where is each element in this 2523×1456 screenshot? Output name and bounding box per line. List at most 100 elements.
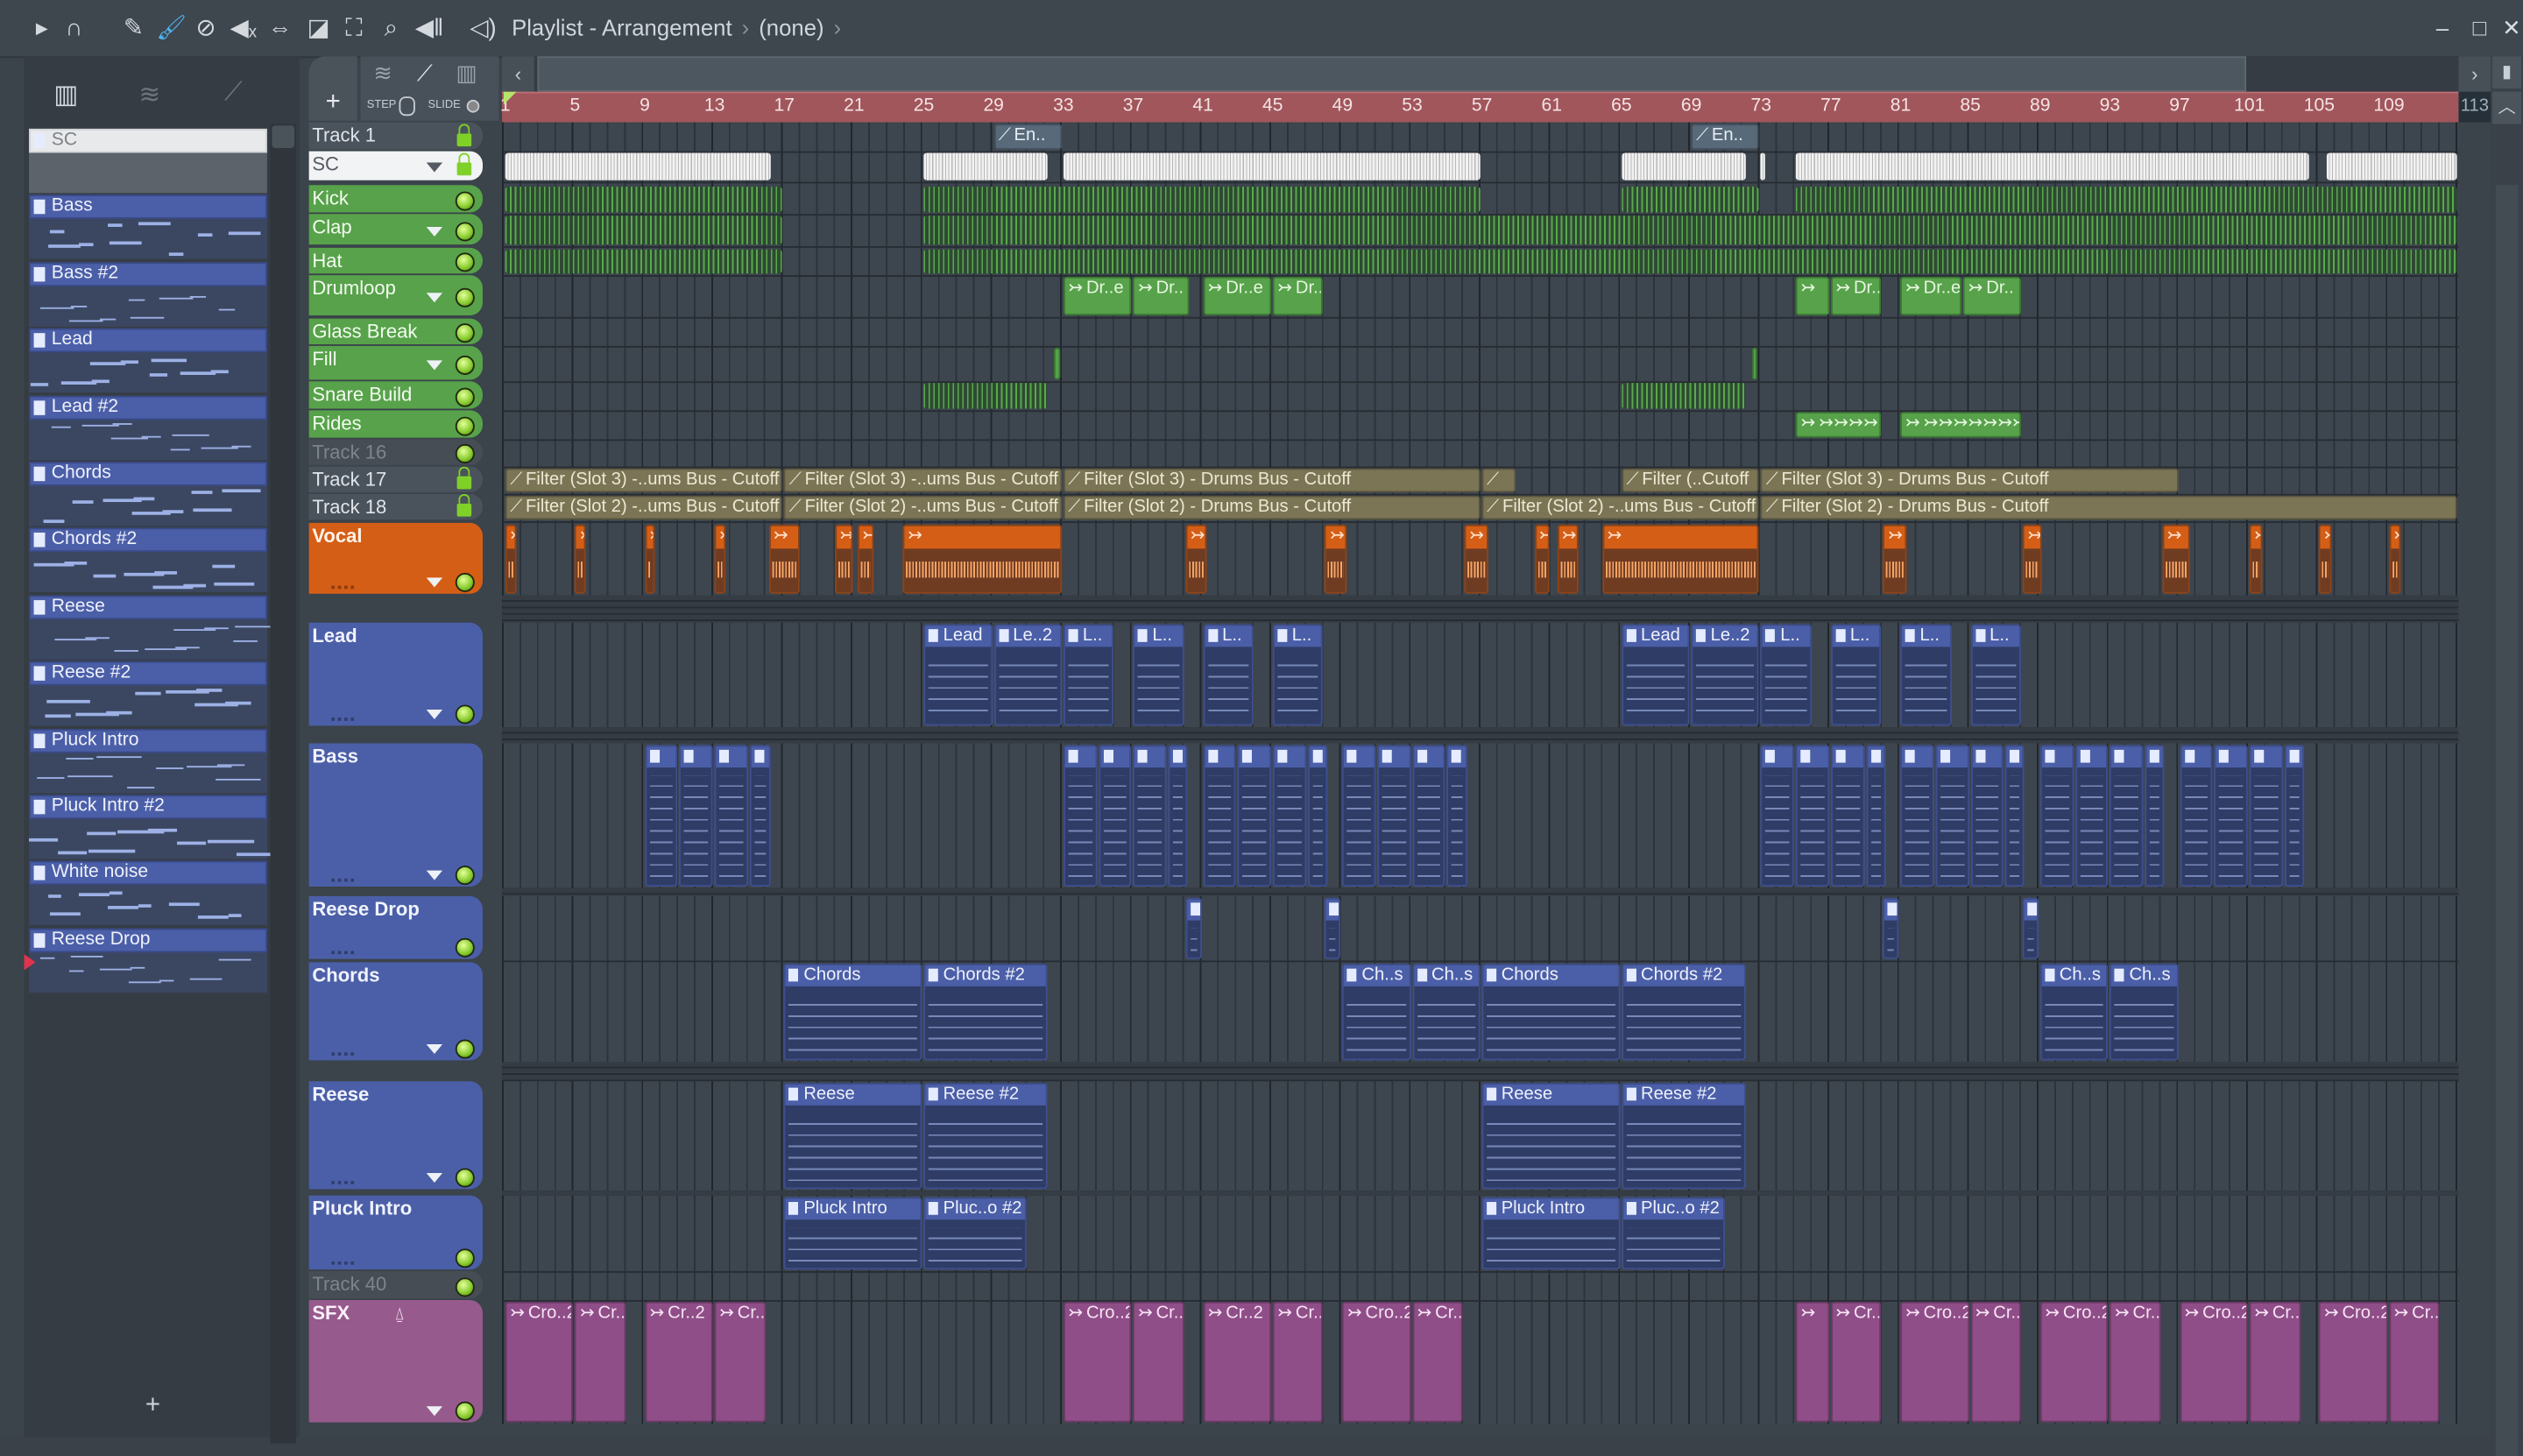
clip-blue[interactable]: Chords xyxy=(784,964,922,1061)
clip-sc[interactable] xyxy=(1621,152,1746,180)
clip-green[interactable]: ↣ xyxy=(1752,347,1758,380)
clip-blue[interactable]: L.. xyxy=(1970,624,2022,726)
clip-purple[interactable]: ↣ Cro..2 xyxy=(2039,1301,2109,1423)
clip-blue[interactable]: Le..2 xyxy=(993,624,1062,726)
clip-purple[interactable]: ↣ Cr..2 xyxy=(645,1301,713,1423)
track-enable-led[interactable] xyxy=(455,221,475,241)
chevron-down-icon[interactable] xyxy=(426,162,443,173)
clip-orange[interactable]: ↣ xyxy=(2162,524,2191,594)
clip-green[interactable]: ↣ ↣↣↣↣↣↣↣ xyxy=(1900,412,2022,438)
clip-blue[interactable] xyxy=(2039,745,2074,887)
track-header-clap[interactable]: Clap xyxy=(308,214,484,245)
clip-green[interactable]: ↣ Dr.. xyxy=(1133,276,1190,315)
clip-blue[interactable] xyxy=(1970,745,2004,887)
clip-drum[interactable] xyxy=(923,249,2457,274)
clip-blue[interactable] xyxy=(679,745,713,887)
track-enable-led[interactable] xyxy=(455,1039,475,1059)
clip-blue[interactable]: L.. xyxy=(1063,624,1114,726)
clip-purple[interactable]: ↣ Cr.. xyxy=(1412,1301,1463,1423)
playlist-grid[interactable]: ⟋ En.. ⟋ En.. ↣ Dr..e ↣ Dr.. ↣ Dr..e ↣ Dr.. ↣ ↣ Dr.. ↣ D… xyxy=(502,122,2459,1424)
clip-drum[interactable] xyxy=(505,249,783,274)
clip-blue[interactable]: Chords #2 xyxy=(1621,964,1746,1061)
pencil-icon[interactable]: ✎ xyxy=(121,15,146,44)
clip-orange[interactable]: ↣ xyxy=(768,524,801,594)
clip-sc[interactable] xyxy=(1796,152,2309,180)
pattern-header[interactable]: Pluck Intro #2 xyxy=(29,795,267,819)
track-enable-led[interactable] xyxy=(455,866,475,886)
pattern-header[interactable]: SC xyxy=(29,128,267,153)
track-header-bass[interactable]: Bass xyxy=(308,743,484,887)
pattern-header[interactable]: Chords #2 xyxy=(29,528,267,553)
track-options-icon[interactable] xyxy=(331,1052,355,1058)
timeline-ruler[interactable]: 1 5 9 13 17 21 25 29 33 37 41 45 49 53 57 61 65 69 73 77 81 8… xyxy=(500,91,2459,124)
chevron-down-icon[interactable] xyxy=(426,577,443,588)
clip-blue[interactable] xyxy=(1272,745,1306,887)
clip-blue[interactable] xyxy=(1412,745,1445,887)
clip-auto[interactable]: ⟋ Filter (Slot 3) - Drums Bus - Cutoff xyxy=(1761,468,2179,493)
track-header-hat[interactable]: Hat xyxy=(308,247,484,274)
track-options-icon[interactable] xyxy=(331,1181,355,1187)
clip-drum[interactable] xyxy=(1796,187,2457,213)
pattern-header[interactable]: Bass xyxy=(29,194,267,220)
clip-orange[interactable]: ↣ xyxy=(2319,524,2332,594)
clip-purple[interactable]: ↣ Cro..2 xyxy=(1342,1301,1411,1423)
clip-orange[interactable]: ↣ xyxy=(645,524,656,594)
clip-drum[interactable] xyxy=(1621,383,1746,409)
clip-orange[interactable]: ↣ xyxy=(1464,524,1489,594)
chevron-down-icon[interactable] xyxy=(426,1044,443,1055)
track-enable-led[interactable] xyxy=(455,937,475,958)
chevron-down-icon[interactable] xyxy=(426,870,443,880)
clip-purple[interactable]: ↣ Cr.. xyxy=(1830,1301,1882,1423)
clip-purple[interactable]: ↣ Cr.. xyxy=(1970,1301,2022,1423)
pattern-item[interactable]: Lead #2 xyxy=(29,395,267,461)
clip-purple[interactable]: ↣ Cro..2 xyxy=(1063,1301,1132,1423)
track-header-rides[interactable]: Rides xyxy=(308,410,484,438)
clip-purple[interactable]: ↣ Cr.. xyxy=(1272,1301,1324,1423)
vertical-scrollbar[interactable]: ▮ ︿ xyxy=(2491,56,2523,1456)
clip-blue[interactable] xyxy=(1377,745,1411,887)
track-header-vocal[interactable]: Vocal xyxy=(308,522,484,594)
track-header-pluck-intro[interactable]: Pluck Intro xyxy=(308,1195,484,1270)
pattern-header[interactable]: Reese xyxy=(29,595,267,619)
clip-drum[interactable] xyxy=(923,216,2457,245)
clip-blue[interactable] xyxy=(1098,745,1132,887)
track-enable-led[interactable] xyxy=(455,704,475,724)
clip-auto[interactable]: ⟋ Filter (Slot 2) -..ums Bus - Cutoff xyxy=(1481,495,1760,520)
clip-green[interactable]: ↣ xyxy=(1796,276,1830,315)
track-header-fill[interactable]: Fill xyxy=(308,345,484,380)
track-enable-led[interactable] xyxy=(455,1168,475,1188)
clip-auto[interactable]: ⟋ Filter (Slot 2) -..ums Bus - Cutoff xyxy=(505,495,783,520)
scroll-track[interactable] xyxy=(2495,185,2519,1456)
clip-sc[interactable] xyxy=(1063,152,1481,180)
clip-blue[interactable]: Pluck Intro xyxy=(784,1197,922,1270)
clip-auto2[interactable]: ⟋ En.. xyxy=(1691,124,1760,150)
track-header-lead[interactable]: Lead xyxy=(308,622,484,726)
lock-icon[interactable] xyxy=(456,152,472,176)
clip-blue[interactable] xyxy=(2214,745,2248,887)
clip-green[interactable]: ↣ Dr.. xyxy=(1830,276,1882,315)
clip-orange[interactable]: ↣ xyxy=(835,524,853,594)
clip-blue[interactable] xyxy=(1865,745,1885,887)
track-options-icon[interactable] xyxy=(331,585,355,592)
overview-window[interactable] xyxy=(537,56,2247,92)
clip-blue[interactable] xyxy=(1063,745,1097,887)
song-position-marker[interactable] xyxy=(503,91,517,105)
clip-auto[interactable]: ⟋ Filter (Slot 2) - Drums Bus - Cutoff xyxy=(1063,495,1481,520)
scroll-thumb[interactable] xyxy=(272,125,295,148)
scroll-thumb-icon[interactable]: ▮ xyxy=(2492,56,2522,89)
pattern-item[interactable]: Reese #2 xyxy=(29,661,267,727)
clip-blue[interactable] xyxy=(1761,745,1795,887)
clip-green[interactable]: ↣ Dr..e xyxy=(1203,276,1271,315)
clip-green[interactable]: ↣ xyxy=(1054,347,1060,380)
clip-purple[interactable]: ↣ Cro..2 xyxy=(2180,1301,2248,1423)
step-toggle[interactable] xyxy=(399,96,415,117)
clip-blue[interactable]: Reese xyxy=(1481,1083,1621,1190)
add-pattern-button[interactable]: + xyxy=(137,1392,169,1424)
clip-green[interactable]: ↣ Dr..e xyxy=(1900,276,1962,315)
clip-blue[interactable]: L.. xyxy=(1203,624,1254,726)
track-header-reese-drop[interactable]: Reese Drop xyxy=(308,896,484,959)
chevron-down-icon[interactable] xyxy=(426,1406,443,1417)
clip-blue[interactable] xyxy=(749,745,771,887)
clip-orange[interactable]: ↣ xyxy=(575,524,586,594)
clip-auto[interactable]: ⟋ Filter (Slot 2) - Drums Bus - Cutoff xyxy=(1761,495,2457,520)
